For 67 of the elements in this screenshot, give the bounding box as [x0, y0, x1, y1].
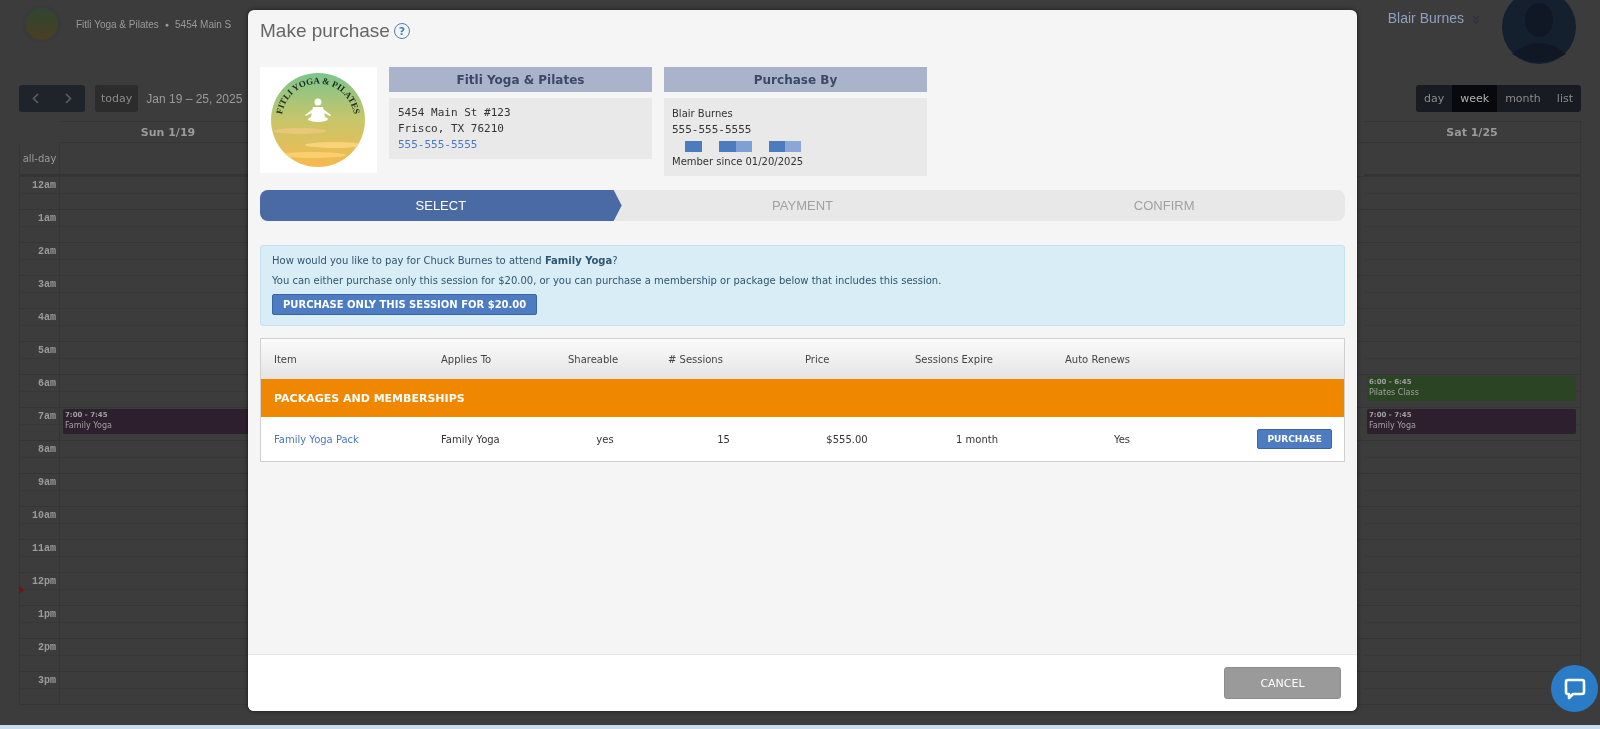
dialog-title: Make purchase [260, 20, 390, 42]
chat-bubble-icon [1563, 677, 1586, 700]
purchaser-heading: Purchase By [664, 67, 927, 92]
hour-label: 4am [19, 309, 60, 342]
user-menu[interactable]: Blair Burnes [1387, 10, 1464, 26]
notice-text: You can either purchase only this session for $20.00, or you can purchase a membership or package below that includes this session. [272, 274, 942, 288]
hour-label: 10am [19, 507, 60, 540]
table-cell-text: Yes [1112, 433, 1132, 445]
hour-label: 7am [19, 408, 60, 441]
cancel-button[interactable]: CANCEL [1224, 667, 1341, 699]
hour-label: 11am [19, 540, 60, 573]
table-cell-text: yes [595, 433, 615, 445]
venue-heading: Fitli Yoga & Pilates [389, 67, 652, 92]
item-link[interactable]: Family Yoga Pack [261, 433, 428, 445]
chat-button[interactable] [1551, 665, 1598, 712]
column-header: Applies To [440, 353, 493, 365]
today-button[interactable]: today [95, 85, 139, 112]
purchaser-phone: 555-555-5555 [672, 122, 752, 138]
progress-step: CONFIRM [983, 190, 1345, 221]
event-title: Family Yoga [65, 420, 113, 431]
hour-label: 5am [19, 342, 60, 375]
progress-step: PAYMENT [621, 190, 984, 221]
venue-address: 5454 Main St #123 [398, 105, 511, 121]
hour-label: 1am [19, 210, 60, 243]
group-heading: PACKAGES AND MEMBERSHIPS [261, 379, 1344, 417]
purchase-button[interactable]: PURCHASE [1257, 429, 1332, 449]
view-tab[interactable]: month [1497, 85, 1549, 112]
purchase-session-button[interactable]: PURCHASE ONLY THIS SESSION FOR $20.00 [272, 294, 538, 315]
date-range: Jan 19 – 25, 2025 [146, 91, 243, 106]
venue-phone-link[interactable]: 555-555-5555 [398, 137, 478, 153]
hour-label: 1pm [19, 606, 60, 639]
hour-label: 12pm [19, 573, 60, 606]
hour-label: 8am [19, 441, 60, 474]
view-tab[interactable]: list [1548, 85, 1581, 112]
venue-city: Frisco, TX 76210 [398, 121, 504, 137]
now-marker-icon [19, 586, 24, 594]
table-cell-text: 15 [716, 433, 731, 445]
hour-label: 3am [19, 276, 60, 309]
hour-label: 2pm [19, 639, 60, 672]
hour-label: 3pm [19, 672, 60, 705]
hour-label: 6am [19, 375, 60, 408]
event-title: Family Yoga [1369, 420, 1417, 431]
view-tab[interactable]: week [1452, 85, 1498, 112]
studio-address: 5454 Main S [175, 18, 232, 30]
event-title: Pilates Class [1369, 387, 1420, 398]
chevron-right-icon [65, 93, 72, 104]
table-cell-text: $555.00 [825, 433, 869, 445]
column-header: Sessions Expire [914, 353, 994, 365]
progress-step: SELECT [260, 190, 622, 221]
table-cell-text: 1 month [955, 433, 999, 445]
avatar-icon[interactable] [1502, 0, 1576, 64]
column-header: Shareable [567, 353, 620, 365]
column-header: Auto Renews [1064, 353, 1131, 365]
day-header: Sat 1/25 [1364, 121, 1581, 143]
view-tab[interactable]: day [1416, 85, 1453, 112]
column-header: # Sessions [667, 353, 724, 365]
studio-name: Fitli Yoga & Pilates [76, 18, 159, 30]
hour-label: 9am [19, 474, 60, 507]
member-since: Member since 01/20/2025 [672, 155, 804, 169]
notice-question: How would you like to pay for Chuck Burnes to attend Family Yoga? [272, 254, 618, 268]
purchaser-name: Blair Burnes [672, 107, 733, 121]
chevron-left-icon [32, 93, 39, 104]
column-header: Item [273, 353, 298, 365]
column-header: Price [804, 353, 831, 365]
table-cell-text: Family Yoga [440, 433, 501, 445]
hour-label: 2am [19, 243, 60, 276]
hour-label: 12am [19, 177, 60, 210]
